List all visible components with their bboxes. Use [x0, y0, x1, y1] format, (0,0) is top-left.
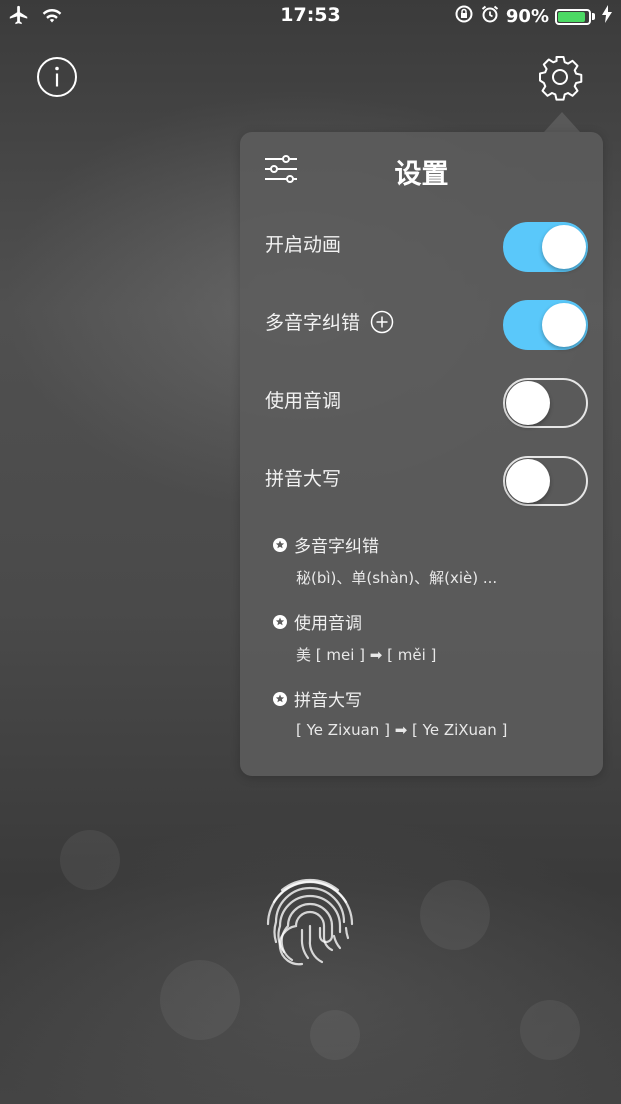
info-button[interactable] — [36, 56, 78, 98]
note-title: 拼音大写 — [294, 691, 362, 711]
battery-fill — [558, 11, 585, 22]
settings-button[interactable] — [536, 53, 584, 101]
polyphone-correction-toggle[interactable] — [503, 300, 588, 350]
toggle-label: 开启动画 — [265, 234, 342, 256]
charging-bolt-icon — [601, 5, 613, 28]
toggle-label: 多音字纠错 — [265, 312, 361, 334]
note-uppercase: 拼音大写 [ Ye Zixuan ] ➡ [ Ye ZiXuan ] — [272, 686, 592, 739]
toggle-row-uppercase: 拼音大写 — [240, 450, 603, 506]
background-bokeh — [420, 880, 490, 950]
note-title: 使用音调 — [294, 614, 362, 634]
toggle-knob — [506, 459, 550, 503]
alarm-icon — [480, 4, 500, 29]
battery-percent: 90% — [505, 6, 549, 27]
note-example: [ Ye Zixuan ] ➡ [ Ye ZiXuan ] — [296, 721, 508, 739]
star-bullet-icon — [273, 691, 287, 706]
toggle-knob — [542, 303, 586, 347]
battery-cap — [592, 13, 595, 20]
note-example: 秘(bì)、单(shàn)、解(xiè) ... — [296, 569, 498, 587]
panel-header: 设置 — [240, 132, 603, 204]
background-bokeh — [310, 1010, 360, 1060]
panel-title: 设置 — [394, 159, 449, 190]
background-bokeh — [160, 960, 240, 1040]
gear-icon — [539, 56, 583, 101]
toggle-label: 拼音大写 — [265, 468, 342, 490]
toggle-knob — [542, 225, 586, 269]
plus-circle-icon[interactable] — [370, 310, 394, 334]
pinyin-uppercase-toggle[interactable] — [503, 456, 588, 506]
status-bar: 17:53 90% — [0, 0, 621, 34]
fingerprint-button[interactable] — [258, 868, 362, 972]
info-icon — [37, 57, 77, 97]
battery-icon — [555, 8, 591, 25]
note-tone: 使用音调 美 [ mei ] ➡ [ měi ] — [272, 609, 592, 665]
note-title: 多音字纠错 — [294, 537, 379, 557]
status-right: 90% — [454, 4, 613, 29]
note-example: 美 [ mei ] ➡ [ měi ] — [296, 646, 437, 664]
toggle-row-tone: 使用音调 — [240, 372, 603, 428]
popover-arrow — [544, 112, 580, 132]
fingerprint-icon — [266, 878, 354, 966]
toggle-label: 使用音调 — [265, 390, 342, 412]
background-bokeh — [60, 830, 120, 890]
toggle-row-polyphone: 多音字纠错 — [240, 294, 603, 350]
star-bullet-icon — [273, 537, 287, 552]
toggle-row-animation: 开启动画 — [240, 216, 603, 272]
use-tone-toggle[interactable] — [503, 378, 588, 428]
background-bokeh — [520, 1000, 580, 1060]
settings-panel: 设置 开启动画 多音字纠错 使用音调 拼音大写 多音字纠错 秘(bì)、单(sh… — [240, 132, 603, 776]
animation-toggle[interactable] — [503, 222, 588, 272]
toggle-knob — [506, 381, 550, 425]
star-bullet-icon — [273, 614, 287, 629]
note-polyphone: 多音字纠错 秘(bì)、单(shàn)、解(xiè) ... — [272, 532, 592, 588]
rotation-lock-icon — [454, 4, 474, 29]
